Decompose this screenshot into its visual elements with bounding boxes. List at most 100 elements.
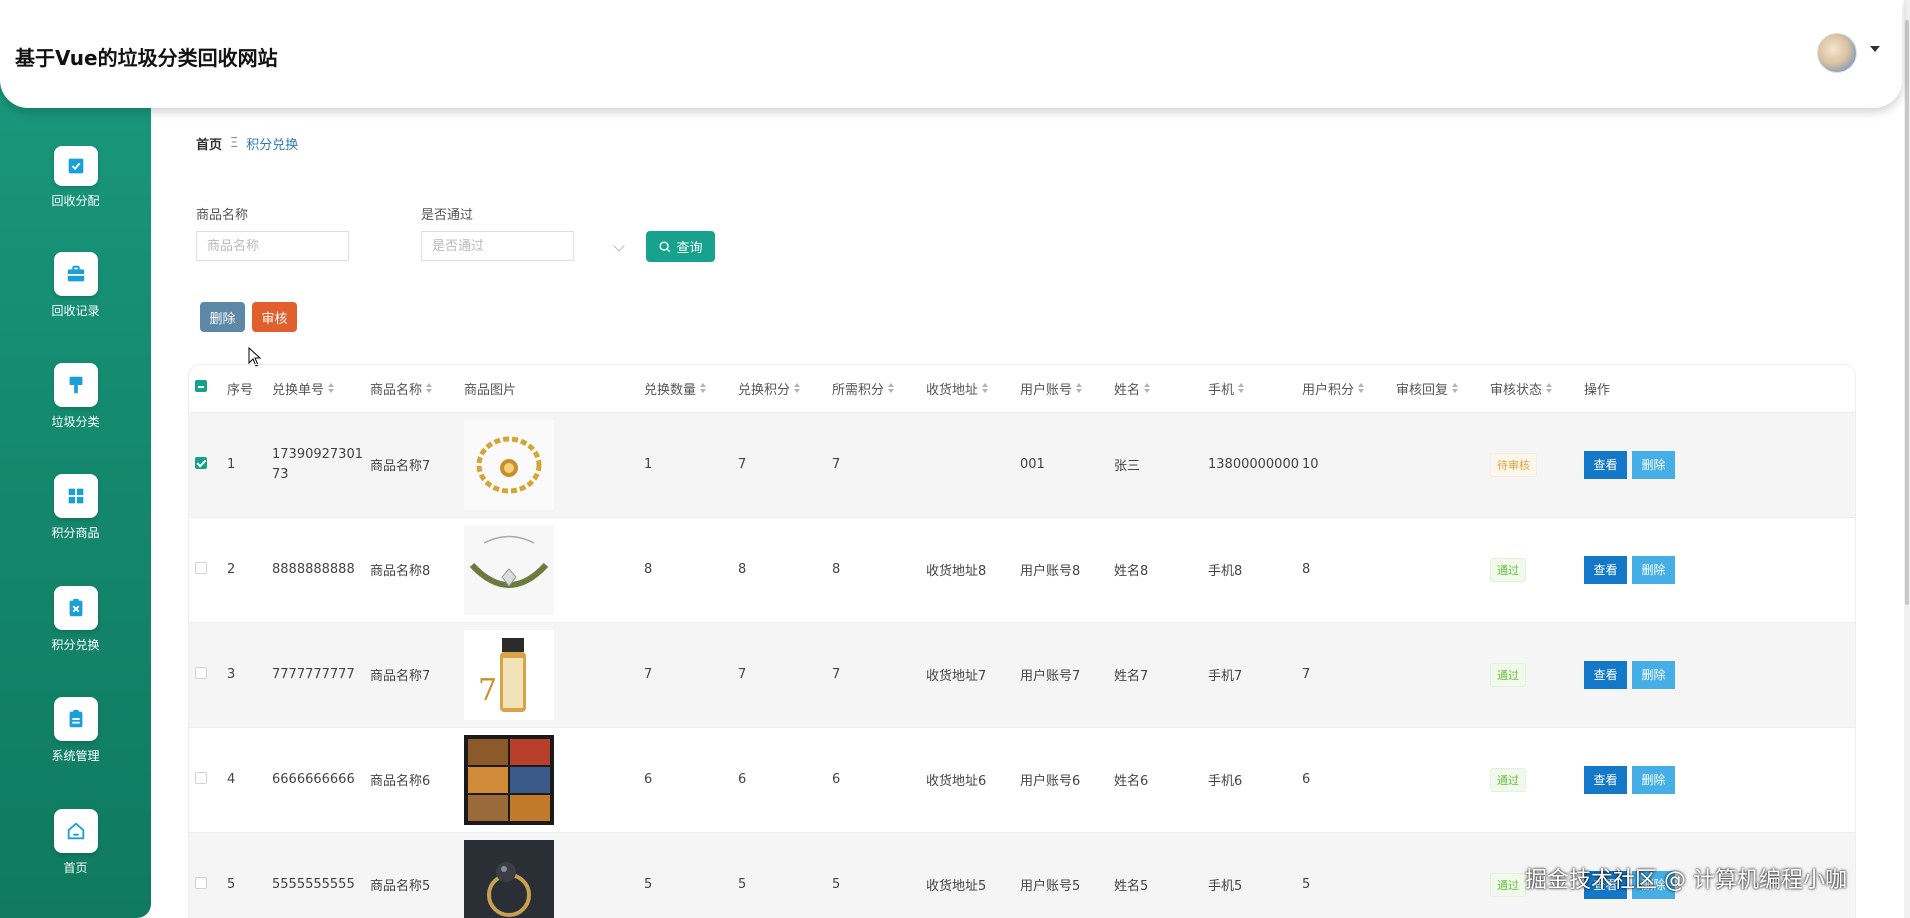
cell-account: 用户账号6	[1020, 774, 1081, 789]
row-delete-button[interactable]: 删除	[1632, 660, 1675, 689]
header-points[interactable]: 兑换积分	[738, 379, 790, 398]
cell-product-name: 商品名称7	[370, 669, 431, 684]
header-qty[interactable]: 兑换数量	[644, 379, 696, 398]
sort-icon[interactable]	[1144, 383, 1151, 394]
query-button[interactable]: 查询	[646, 231, 715, 262]
cell-points: 5	[738, 877, 747, 893]
sidebar: 回收分配 回收记录 垃圾分类 积分商品 积分兑换 系统管理 首页	[0, 0, 151, 918]
header-account[interactable]: 用户账号	[1020, 379, 1072, 398]
header-need-points[interactable]: 所需积分	[832, 379, 884, 398]
cell-index: 5	[227, 877, 236, 893]
row-checkbox[interactable]	[195, 876, 207, 889]
pass-select[interactable]	[421, 231, 574, 261]
header-product-name[interactable]: 商品名称	[370, 379, 422, 398]
exchange-table: 序号 兑换单号 商品名称 商品图片 兑换数量 兑换积分 所需积分 收货地址 用户…	[188, 364, 1856, 918]
product-image	[464, 419, 644, 510]
cell-qty: 7	[644, 667, 653, 682]
cell-order-no: 6666666666	[272, 771, 355, 787]
cell-order-no: 8888888888	[272, 561, 355, 577]
row-checkbox[interactable]	[195, 666, 207, 679]
pass-filter-label: 是否通过	[421, 208, 474, 223]
view-button[interactable]: 查看	[1584, 555, 1627, 584]
cell-need-points: 6	[832, 772, 841, 787]
select-all-checkbox[interactable]	[195, 380, 207, 393]
view-button[interactable]: 查看	[1584, 450, 1627, 479]
header-address[interactable]: 收货地址	[926, 379, 978, 398]
batch-delete-button[interactable]: 删除	[200, 302, 245, 332]
cell-index: 3	[227, 667, 236, 682]
product-image	[464, 839, 644, 918]
cell-phone: 手机8	[1208, 564, 1243, 579]
sort-icon[interactable]	[982, 383, 989, 394]
cell-user-points: 6	[1302, 772, 1311, 787]
sort-icon[interactable]	[700, 383, 707, 394]
sort-icon[interactable]	[1076, 383, 1083, 394]
row-checkbox[interactable]	[195, 771, 207, 784]
sidebar-item-points-goods[interactable]: 积分商品	[0, 474, 151, 541]
cell-qty: 1	[644, 457, 653, 472]
row-delete-button[interactable]: 删除	[1632, 555, 1675, 584]
caret-down-icon[interactable]	[1870, 46, 1880, 52]
table-row[interactable]: 2 8888888888 商品名称8 8 8 8 收货地址8 用户账号8 姓名8 手机8 8 通过 查看…	[189, 517, 1855, 622]
header-user-points[interactable]: 用户积分	[1302, 379, 1354, 398]
table-row[interactable]: 3 7777777777 商品名称7 7 7 7 7 收货地址7 用户账号7 姓名7 手机7 7 通过 查…	[189, 622, 1855, 727]
cell-points: 7	[738, 457, 747, 472]
product-image	[464, 524, 644, 615]
scrollbar-thumb[interactable]	[1905, 20, 1909, 605]
row-checkbox[interactable]	[195, 456, 207, 469]
briefcase-icon	[53, 252, 98, 296]
user-avatar[interactable]	[1817, 33, 1857, 73]
breadcrumb: 首页 Ξ 积分兑换	[196, 134, 298, 153]
cell-phone: 手机5	[1208, 879, 1243, 895]
cell-person: 姓名7	[1114, 669, 1149, 684]
header-status[interactable]: 审核状态	[1490, 379, 1542, 398]
breadcrumb-current: 积分兑换	[246, 138, 299, 153]
chevron-down-icon[interactable]	[613, 240, 625, 252]
row-delete-button[interactable]: 删除	[1632, 765, 1675, 794]
clipboard-x-icon	[53, 586, 98, 630]
header-product-image: 商品图片	[464, 382, 517, 398]
header-person[interactable]: 姓名	[1114, 379, 1140, 398]
sort-icon[interactable]	[426, 383, 433, 394]
query-button-label: 查询	[676, 241, 703, 256]
header-reply[interactable]: 审核回复	[1396, 379, 1448, 398]
sort-icon[interactable]	[1546, 383, 1553, 394]
row-delete-button[interactable]: 删除	[1632, 450, 1675, 479]
sort-icon[interactable]	[328, 383, 335, 394]
cell-points: 7	[738, 667, 747, 682]
cell-person: 姓名5	[1114, 879, 1149, 895]
cell-phone: 手机7	[1208, 669, 1243, 684]
cell-product-name: 商品名称5	[370, 879, 431, 895]
sort-icon[interactable]	[794, 383, 801, 394]
sidebar-item-recycle-assign[interactable]: 回收分配	[0, 142, 151, 209]
header-phone[interactable]: 手机	[1208, 379, 1234, 398]
cell-need-points: 8	[832, 562, 841, 577]
table-row[interactable]: 4 6666666666 商品名称6 6 6 6 收货地址6 用户账号6 姓名6 手机6 6 通过 查看…	[189, 727, 1855, 832]
sidebar-item-home[interactable]: 首页	[0, 809, 151, 876]
breadcrumb-home[interactable]: 首页	[196, 134, 222, 153]
sidebar-item-system[interactable]: 系统管理	[0, 697, 151, 764]
sidebar-item-garbage-category[interactable]: 垃圾分类	[0, 363, 151, 430]
cell-address: 收货地址5	[926, 879, 987, 895]
sort-icon[interactable]	[1452, 383, 1459, 394]
sort-icon[interactable]	[1358, 383, 1365, 394]
product-image: 7	[464, 629, 644, 720]
row-checkbox[interactable]	[195, 561, 207, 574]
audit-button[interactable]: 审核	[252, 302, 297, 332]
table-row[interactable]: 1 1739092730173 商品名称7 1 7 7 001 张三 13800000000 10…	[189, 412, 1855, 517]
sidebar-item-points-exchange[interactable]: 积分兑换	[0, 586, 151, 653]
view-button[interactable]: 查看	[1584, 660, 1627, 689]
header-order-no[interactable]: 兑换单号	[272, 379, 324, 398]
cell-need-points: 7	[832, 667, 841, 682]
cell-product-name: 商品名称8	[370, 564, 431, 579]
header-index: 序号	[227, 382, 254, 398]
sort-icon[interactable]	[1238, 383, 1245, 394]
name-search-input[interactable]	[196, 231, 349, 261]
status-badge: 通过	[1490, 662, 1526, 687]
sort-icon[interactable]	[888, 383, 895, 394]
sidebar-item-recycle-records[interactable]: 回收记录	[0, 252, 151, 319]
cell-address: 收货地址7	[926, 669, 987, 684]
search-icon	[659, 240, 671, 252]
product-image	[464, 734, 644, 825]
view-button[interactable]: 查看	[1584, 765, 1627, 794]
